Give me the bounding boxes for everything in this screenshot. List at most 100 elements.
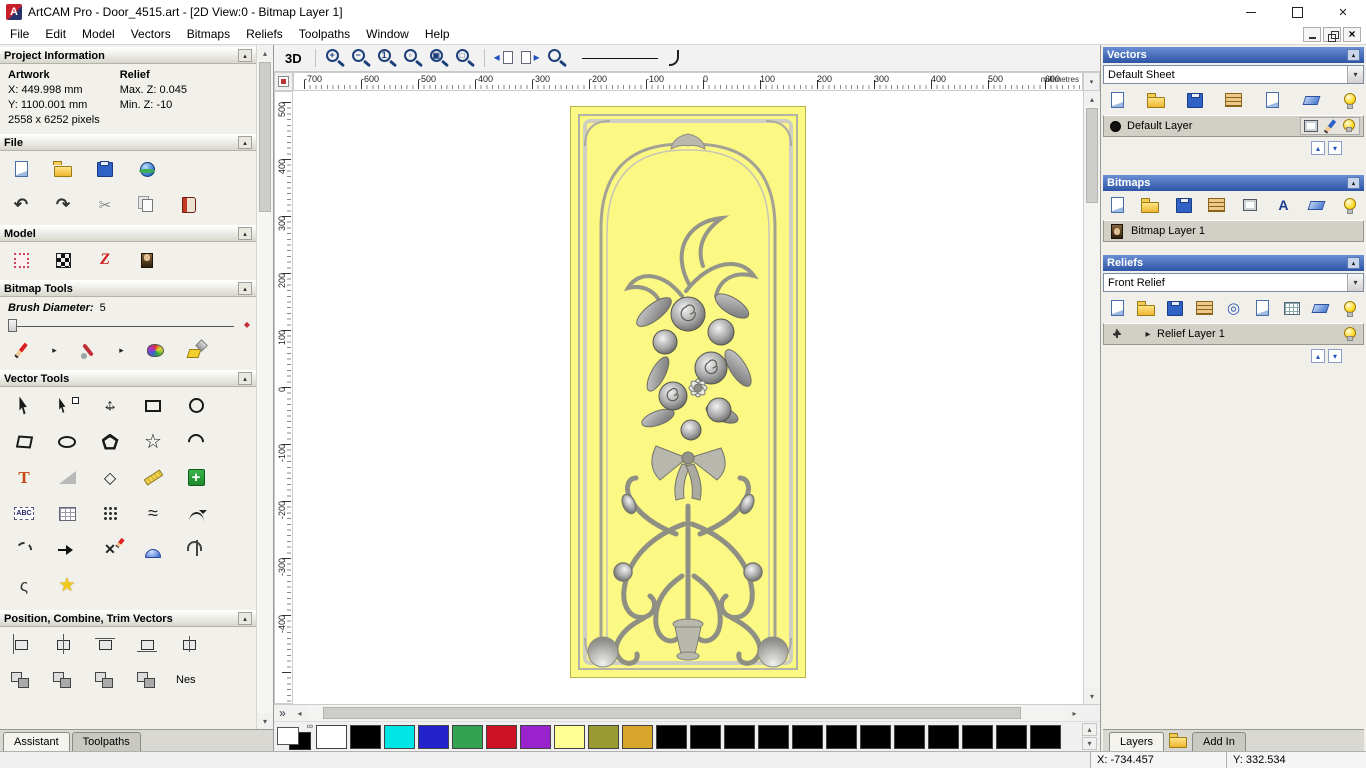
3d-view-button[interactable]: 3D [279, 50, 308, 67]
collapse-button[interactable] [1347, 177, 1360, 189]
mdi-restore-button[interactable] [1323, 26, 1341, 42]
page-icon[interactable] [1260, 89, 1284, 111]
folder-icon[interactable] [1138, 194, 1162, 216]
scroll-up-button[interactable] [257, 45, 273, 61]
relief-layer-row[interactable]: Relief Layer 1 [1103, 323, 1364, 345]
collapse-button[interactable] [238, 372, 252, 385]
grid-icon[interactable] [1280, 297, 1304, 319]
palette-swatch[interactable] [588, 724, 619, 749]
tab-layers[interactable]: Layers [1109, 732, 1165, 751]
scroll-right-button[interactable] [1066, 705, 1083, 721]
circleblack-icon[interactable] [1107, 117, 1123, 135]
vector-layer-row[interactable]: Default Layer [1103, 115, 1364, 137]
align2-icon[interactable] [50, 633, 76, 657]
frame-icon[interactable] [1238, 194, 1262, 216]
horizontal-scrollbar[interactable] [308, 705, 1066, 721]
disk-icon[interactable] [92, 157, 118, 181]
redo-icon[interactable] [50, 193, 76, 217]
scroll-up-button[interactable] [1084, 91, 1100, 107]
align5-icon[interactable] [176, 633, 202, 657]
zoomprev-icon[interactable] [545, 47, 569, 69]
menu-item[interactable]: Bitmaps [179, 25, 238, 43]
link-colors-icon[interactable] [307, 721, 313, 731]
align3-icon[interactable] [92, 633, 118, 657]
menu-item[interactable]: Model [74, 25, 123, 43]
protractor-icon[interactable] [52, 464, 82, 491]
circle-icon[interactable] [181, 392, 211, 419]
stack-icon[interactable] [1221, 89, 1245, 111]
assistant-scrollbar[interactable] [256, 45, 273, 729]
swirl-icon[interactable] [1222, 297, 1246, 319]
dropper-icon[interactable] [75, 338, 101, 362]
bulb-icon[interactable] [1338, 194, 1362, 216]
primary-secondary-colors[interactable] [277, 724, 313, 750]
menu-item[interactable]: Reliefs [238, 25, 291, 43]
mdi-minimize-button[interactable] [1303, 26, 1321, 42]
palette-swatch[interactable] [860, 724, 891, 749]
palette-swatch[interactable] [996, 724, 1027, 749]
folder-icon[interactable] [50, 157, 76, 181]
move-layer-up-button[interactable] [1311, 141, 1325, 155]
bulb-icon[interactable] [1338, 297, 1362, 319]
diamond-icon[interactable] [95, 464, 125, 491]
menu-item[interactable]: Toolpaths [291, 25, 358, 43]
palette-swatch[interactable] [758, 724, 789, 749]
model1-icon[interactable] [8, 248, 34, 272]
palette-swatch[interactable] [928, 724, 959, 749]
collapse-button[interactable] [1347, 49, 1360, 61]
arrow-icon[interactable] [52, 536, 82, 563]
texta-icon[interactable] [1271, 194, 1295, 216]
arc-icon[interactable] [181, 428, 211, 455]
palette-swatch[interactable] [690, 724, 721, 749]
palette-swatch[interactable] [418, 724, 449, 749]
scroll-thumb[interactable] [323, 707, 1021, 719]
addin-folder-icon[interactable] [1166, 729, 1190, 751]
bulb-icon[interactable] [1340, 118, 1358, 134]
vertical-scrollbar[interactable] [1083, 91, 1100, 704]
collapse-button[interactable] [238, 136, 252, 149]
chevron-down-icon[interactable] [1347, 274, 1363, 291]
model2-icon[interactable] [50, 248, 76, 272]
scroll-left-button[interactable] [291, 705, 308, 721]
palette-swatch[interactable] [792, 724, 823, 749]
zoomw-icon[interactable] [427, 47, 451, 69]
ruler-units-dropdown[interactable] [1083, 72, 1100, 91]
brush-diameter-slider[interactable] [8, 317, 234, 332]
frame-icon[interactable] [1302, 118, 1320, 134]
zoom1-icon[interactable] [375, 47, 399, 69]
scroll-thumb[interactable] [1086, 108, 1098, 203]
palette-swatch[interactable] [486, 724, 517, 749]
arcdash-icon[interactable] [9, 536, 39, 563]
align4-icon[interactable] [134, 633, 160, 657]
branch-icon[interactable] [181, 536, 211, 563]
relief-selector[interactable]: Front Relief [1103, 273, 1364, 292]
palette-swatch[interactable] [350, 724, 381, 749]
menu-item[interactable]: File [2, 25, 37, 43]
align1-icon[interactable] [8, 633, 34, 657]
plusarrow-icon[interactable] [1107, 325, 1127, 343]
rect-icon[interactable] [138, 392, 168, 419]
bulb-icon[interactable] [1340, 325, 1360, 343]
gridwin-icon[interactable] [52, 500, 82, 527]
snapl-icon[interactable] [492, 47, 516, 69]
menu-item[interactable]: Window [358, 25, 417, 43]
pan-page-button[interactable] [274, 705, 291, 721]
quad-icon[interactable] [9, 428, 39, 455]
move-layer-up-button[interactable] [1311, 349, 1325, 363]
mdi-close-button[interactable] [1343, 26, 1361, 42]
expand-icon[interactable] [1143, 325, 1153, 343]
palette-swatch[interactable] [962, 724, 993, 749]
folder-icon[interactable] [1144, 89, 1168, 111]
scroll-down-button[interactable] [1084, 688, 1100, 704]
copy-icon[interactable] [134, 193, 160, 217]
plusgreen-icon[interactable] [181, 464, 211, 491]
palette-swatch[interactable] [622, 724, 653, 749]
eraser-icon[interactable] [1299, 89, 1323, 111]
measure-icon[interactable] [138, 464, 168, 491]
palette-scroll-up-button[interactable] [1082, 723, 1097, 736]
palette-swatch[interactable] [724, 724, 755, 749]
mini-icon[interactable] [50, 338, 59, 362]
curvearrow-icon[interactable] [181, 500, 211, 527]
palette-icon[interactable] [142, 338, 168, 362]
tab-toolpaths[interactable]: Toolpaths [71, 732, 141, 751]
